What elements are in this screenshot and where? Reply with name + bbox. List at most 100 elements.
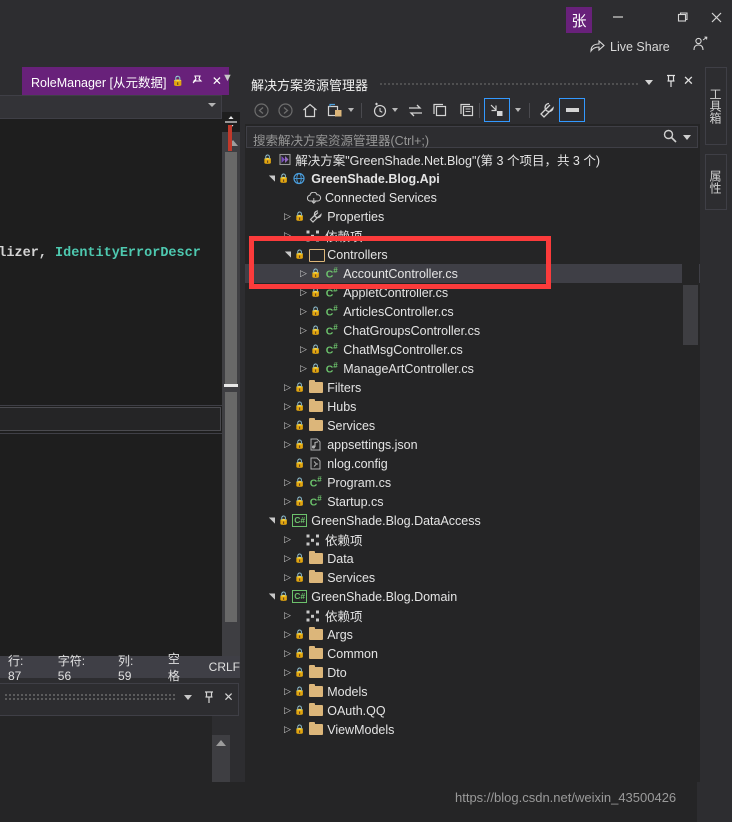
expand-arrow-icon[interactable]: ◢ [267, 172, 276, 185]
tree-row[interactable]: ▷ 🔒 Args [245, 625, 700, 644]
tree-row[interactable]: ◢ 🔒 Controllers [245, 245, 700, 264]
tree-row[interactable]: ▷ 🔒 Properties [245, 207, 700, 226]
expand-arrow-icon[interactable]: ◢ [267, 514, 276, 527]
tree-row[interactable]: 🔒 解决方案"GreenShade.Net.Blog"(第 3 个项目，共 3 个… [245, 150, 700, 169]
collapse-arrow-icon[interactable]: ▷ [281, 477, 294, 488]
preview-selected-items-button[interactable] [484, 98, 510, 122]
collapse-arrow-icon[interactable]: ▷ [281, 629, 294, 640]
editor-vertical-scrollbar[interactable] [222, 119, 240, 656]
tree-row[interactable]: ▷ 🔒 C# Startup.cs [245, 492, 700, 511]
tree-row[interactable]: ▷ 🔒 Models [245, 682, 700, 701]
close-icon[interactable]: ✕ [220, 690, 237, 704]
minimize-button[interactable] [596, 2, 640, 32]
collapse-arrow-icon[interactable]: ▷ [297, 306, 310, 317]
vertical-tab-toolbox[interactable]: 工具箱 [705, 67, 727, 145]
forward-button[interactable] [275, 100, 295, 120]
tree-row[interactable]: ▷ 依赖项 [245, 226, 700, 245]
tree-row[interactable]: ▷ 🔒 C# AccountController.cs [245, 264, 700, 283]
tree-row[interactable]: ▷ 依赖项 [245, 606, 700, 625]
collapse-arrow-icon[interactable]: ▷ [281, 211, 294, 222]
chevron-down-icon[interactable] [348, 108, 354, 112]
collapse-arrow-icon[interactable]: ▷ [297, 287, 310, 298]
vertical-tab-properties[interactable]: 属性 [705, 154, 727, 210]
close-icon[interactable]: ✕ [683, 73, 694, 89]
collapse-arrow-icon[interactable]: ▷ [281, 724, 294, 735]
tree-row[interactable]: ◢ 🔒 C# GreenShade.Blog.DataAccess [245, 511, 700, 530]
collapse-arrow-icon[interactable]: ▷ [281, 401, 294, 412]
properties-window-button[interactable] [457, 100, 477, 120]
close-button[interactable] [694, 2, 732, 32]
tree-row[interactable]: ▷ 🔒 OAuth.QQ [245, 701, 700, 720]
scroll-up-arrow-icon[interactable] [216, 740, 226, 746]
properties-button[interactable] [537, 100, 557, 120]
drag-dots[interactable] [4, 693, 176, 700]
collapse-arrow-icon[interactable]: ▷ [281, 572, 294, 583]
collapse-arrow-icon[interactable]: ▷ [281, 382, 294, 393]
chevron-down-icon[interactable] [392, 108, 398, 112]
tab-overflow-icon[interactable]: ▼ [222, 72, 233, 84]
tree-row[interactable]: ▷ 🔒 C# ManageArtController.cs [245, 359, 700, 378]
back-button[interactable] [251, 100, 271, 120]
collapse-arrow-icon[interactable]: ▷ [297, 344, 310, 355]
tree-row[interactable]: ▷ 🔒 Services [245, 568, 700, 587]
tree-row[interactable]: ▷ 🔒 Hubs [245, 397, 700, 416]
toggle-pane-button[interactable] [559, 98, 585, 122]
collapse-arrow-icon[interactable]: ▷ [281, 686, 294, 697]
collapse-arrow-icon[interactable]: ▷ [281, 439, 294, 450]
chevron-down-icon[interactable] [645, 80, 653, 85]
tree-row[interactable]: ▷ 🔒 C# ArticlesController.cs [245, 302, 700, 321]
chevron-down-icon[interactable] [515, 108, 521, 112]
editor-tab-rolemanager[interactable]: RoleManager [从元数据] 🔒 ✕ [22, 67, 229, 95]
pin-icon[interactable] [665, 73, 677, 90]
tree-row[interactable]: ▷ 🔒 Services [245, 416, 700, 435]
scrollbar-thumb-upper[interactable] [225, 152, 237, 386]
collapse-arrow-icon[interactable]: ▷ [281, 610, 294, 621]
collapse-arrow-icon[interactable]: ▷ [281, 648, 294, 659]
tree-row[interactable]: ◢ 🔒 C# GreenShade.Blog.Domain [245, 587, 700, 606]
sync-button[interactable] [405, 100, 425, 120]
tree-row[interactable]: ▷ 🔒 C# ChatMsgController.cs [245, 340, 700, 359]
tree-row[interactable]: ▷ 🔒 appsettings.json [245, 435, 700, 454]
live-share-button[interactable]: Live Share [590, 36, 670, 58]
tree-row[interactable]: ▷ 🔒 ViewModels [245, 720, 700, 739]
magnifier-icon[interactable] [663, 129, 677, 146]
collapse-arrow-icon[interactable]: ▷ [297, 363, 310, 374]
tree-row[interactable]: ▷ 🔒 C# Program.cs [245, 473, 700, 492]
pin-icon[interactable] [189, 74, 205, 89]
tree-row[interactable]: ▷ 🔒 Common [245, 644, 700, 663]
scrollbar-thumb-lower[interactable] [225, 392, 237, 622]
pin-icon[interactable] [200, 690, 217, 703]
editor-navigation-bar[interactable] [0, 95, 222, 119]
search-input[interactable]: 搜索解决方案资源管理器(Ctrl+;) [246, 126, 698, 148]
tree-row[interactable]: ▷ 🔒 Dto [245, 663, 700, 682]
collapse-arrow-icon[interactable]: ▷ [297, 325, 310, 336]
collapse-arrow-icon[interactable]: ▷ [297, 268, 310, 279]
editor-collapsed-region[interactable] [0, 407, 221, 431]
avatar[interactable]: 张 [566, 7, 592, 33]
chevron-down-icon[interactable] [184, 695, 192, 700]
tree-row[interactable]: ▷ 🔒 C# AppletController.cs [245, 283, 700, 302]
solution-tree[interactable]: 🔒 解决方案"GreenShade.Net.Blog"(第 3 个项目，共 3 个… [245, 150, 700, 822]
collapse-arrow-icon[interactable]: ▷ [281, 496, 294, 507]
tree-row[interactable]: ▷ 依赖项 [245, 530, 700, 549]
collapse-arrow-icon[interactable]: ▷ [281, 420, 294, 431]
expand-arrow-icon[interactable]: ◢ [283, 248, 292, 261]
tree-row[interactable]: ▷ 🔒 Data [245, 549, 700, 568]
home-button[interactable] [300, 100, 320, 120]
tree-row[interactable]: 🔒 nlog.config [245, 454, 700, 473]
expand-arrow-icon[interactable]: ◢ [267, 590, 276, 603]
share-person-icon[interactable] [692, 36, 708, 57]
tree-row[interactable]: ▷ 🔒 Filters [245, 378, 700, 397]
code-editor[interactable]: rmalizer, IdentityErrorDescr [0, 119, 222, 656]
collapse-arrow-icon[interactable]: ▷ [281, 705, 294, 716]
collapse-arrow-icon[interactable]: ▷ [281, 230, 294, 241]
pending-changes-button[interactable] [325, 100, 345, 120]
tree-row[interactable]: Connected Services [245, 188, 700, 207]
tree-row[interactable]: ▷ 🔒 C# ChatGroupsController.cs [245, 321, 700, 340]
search-options-chevron-icon[interactable] [683, 135, 691, 140]
tree-row[interactable]: ◢ 🔒 GreenShade.Blog.Api [245, 169, 700, 188]
collapse-arrow-icon[interactable]: ▷ [281, 534, 294, 545]
solution-tree-scrollbar[interactable] [682, 150, 699, 822]
collapse-all-button[interactable] [430, 100, 450, 120]
scrollbar-thumb[interactable] [683, 285, 698, 345]
